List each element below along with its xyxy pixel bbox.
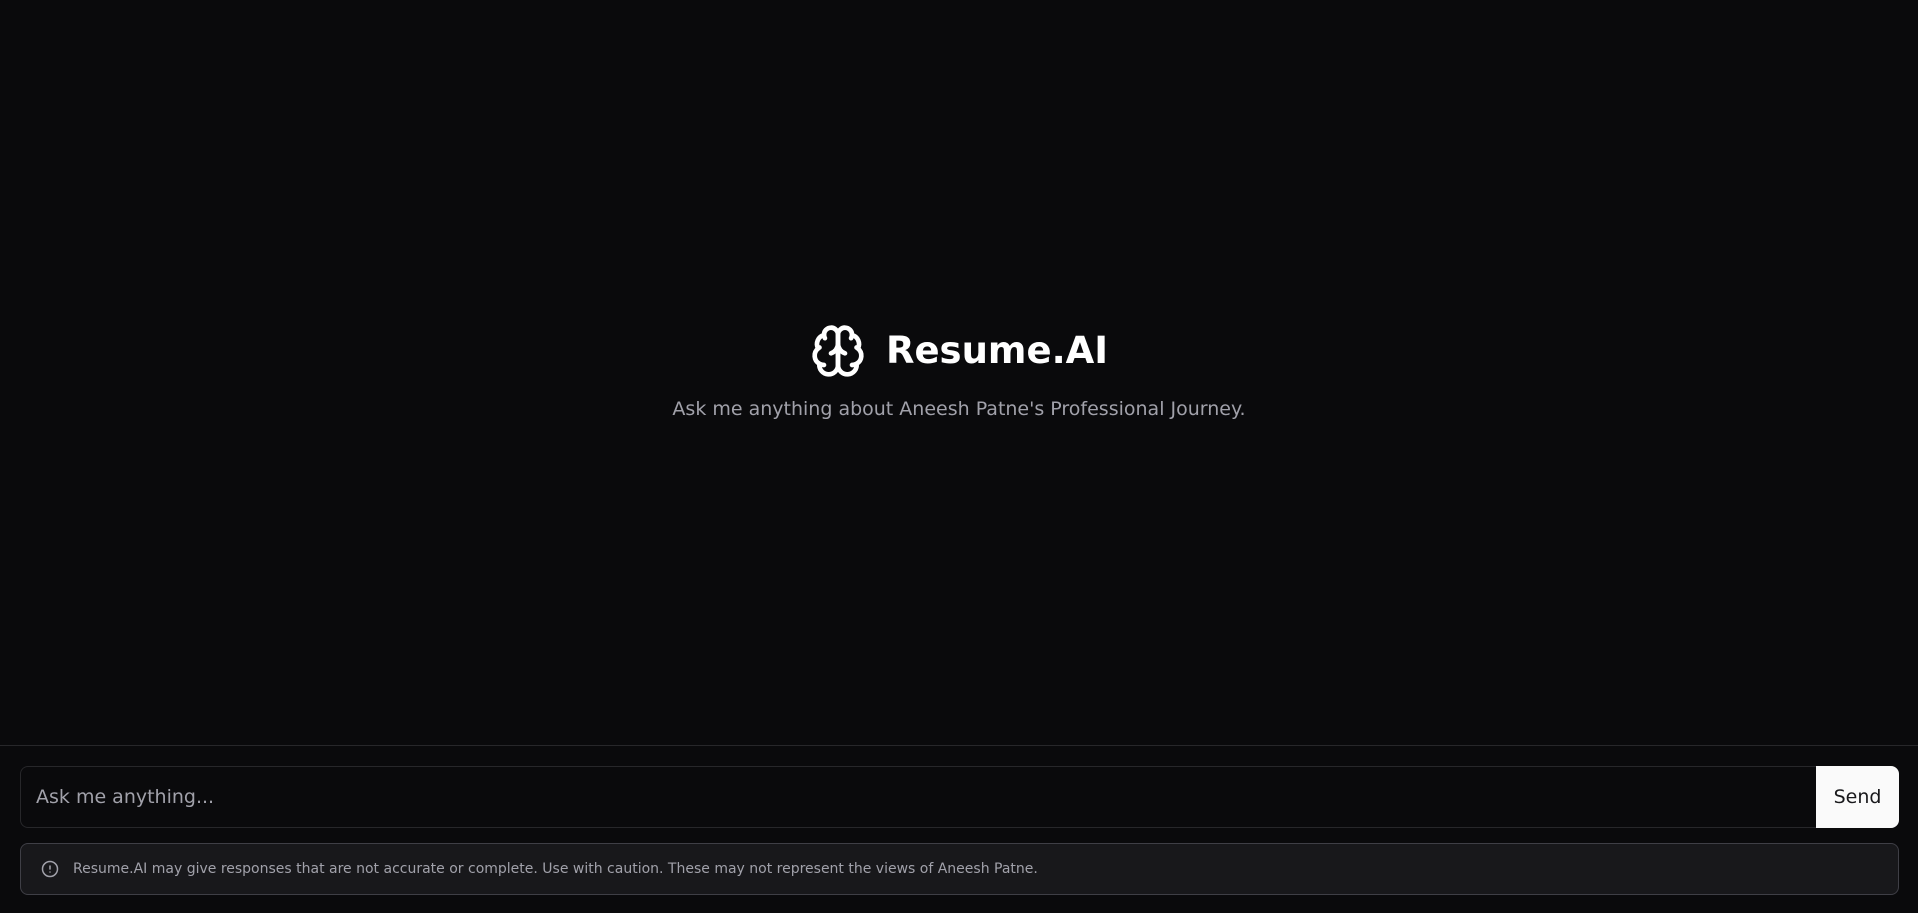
- disclaimer-text: Resume.AI may give responses that are no…: [73, 861, 1038, 877]
- chat-input-row: Send: [20, 766, 1899, 828]
- brain-icon: [810, 323, 866, 379]
- hero-section: Resume.AI Ask me anything about Aneesh P…: [0, 0, 1918, 745]
- send-button[interactable]: Send: [1816, 766, 1899, 828]
- page-subtitle: Ask me anything about Aneesh Patne's Pro…: [672, 398, 1246, 420]
- disclaimer-banner: Resume.AI may give responses that are no…: [20, 843, 1899, 895]
- chat-composer: Send Resume.AI may give responses that a…: [0, 745, 1918, 913]
- page-title: Resume.AI: [885, 328, 1109, 372]
- app-root: Resume.AI Ask me anything about Aneesh P…: [0, 0, 1918, 913]
- chat-input[interactable]: [20, 766, 1816, 828]
- alert-circle-icon: [41, 860, 59, 878]
- brand-header: Resume.AI: [0, 318, 1918, 384]
